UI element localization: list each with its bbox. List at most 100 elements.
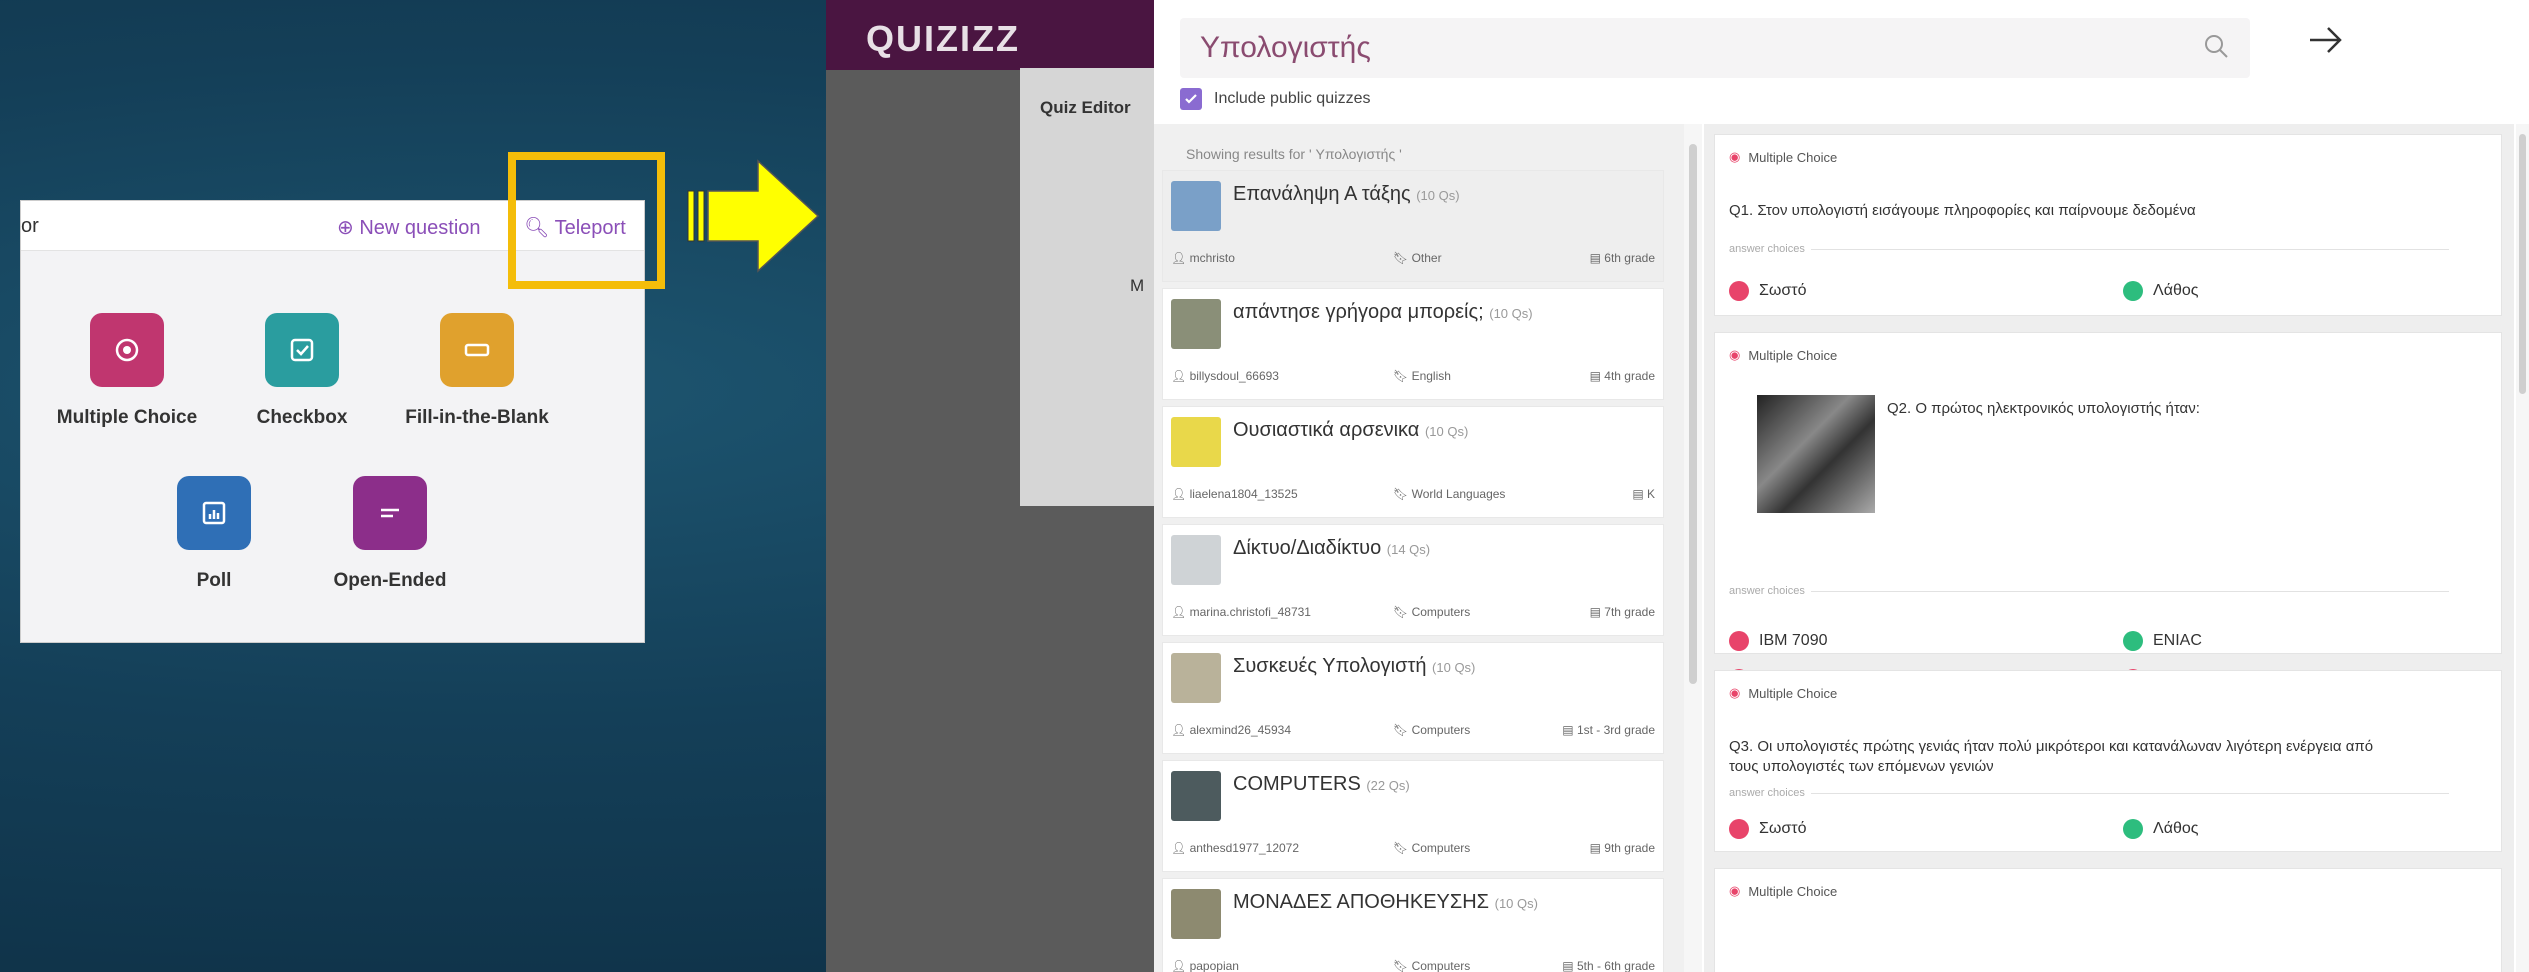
result-grade: ▤ 6th grade bbox=[1590, 251, 1655, 265]
quiz-thumbnail bbox=[1171, 535, 1221, 585]
search-input[interactable]: Υπολογιστής bbox=[1180, 18, 2250, 78]
result-card[interactable]: Επανάληψη Α τάξης (10 Qs) 👤︎ mchristo 🔖︎ O… bbox=[1162, 170, 1664, 282]
type-fill-in-the-blank[interactable]: Fill-in-the-Blank bbox=[387, 313, 567, 429]
question-type: ◉ Multiple Choice bbox=[1729, 883, 1837, 899]
include-public-row[interactable]: Include public quizzes bbox=[1180, 88, 1371, 110]
type-label: Fill-in-the-Blank bbox=[405, 407, 549, 428]
answer-option: Σωστό bbox=[1729, 281, 1806, 301]
result-card[interactable]: Συσκευές Υπολογιστή (10 Qs) 👤︎ alexmind26… bbox=[1162, 642, 1664, 754]
question-text: Q1. Στον υπολογιστή εισάγουμε πληροφορίε… bbox=[1729, 202, 2196, 219]
result-grade-text: 7th grade bbox=[1604, 605, 1655, 619]
include-public-label: Include public quizzes bbox=[1214, 90, 1371, 107]
result-author-text: liaelena1804_13525 bbox=[1189, 487, 1298, 501]
question-text: Q3. Οι υπολογιστές πρώτης γενιάς ήταν πο… bbox=[1729, 737, 2373, 777]
bookmark-icon: 🔖︎ bbox=[1393, 959, 1412, 972]
result-grade-text: 6th grade bbox=[1604, 251, 1655, 265]
result-question-count: (22 Qs) bbox=[1366, 778, 1410, 793]
result-grade: ▤ 9th grade bbox=[1590, 841, 1655, 855]
result-author-text: papopian bbox=[1189, 959, 1239, 972]
result-grade-text: 1st - 3rd grade bbox=[1576, 723, 1655, 737]
grade-icon: ▤ bbox=[1562, 959, 1577, 972]
result-author: 👤︎ mchristo bbox=[1171, 251, 1235, 265]
result-title: Ουσιαστικά αρσενικα (10 Qs) bbox=[1233, 419, 1468, 442]
question-text-line: Q3. Οι υπολογιστές πρώτης γενιάς ήταν πο… bbox=[1729, 738, 2374, 755]
quiz-thumbnail bbox=[1171, 417, 1221, 467]
question-card[interactable]: ◉ Multiple Choice Q2. Ο πρώτος ηλεκτρονικό… bbox=[1714, 332, 2502, 689]
user-icon: 👤︎ bbox=[1171, 251, 1190, 265]
brand-bar: QUIZIZZ bbox=[826, 0, 1154, 70]
checkbox-icon bbox=[265, 313, 339, 387]
user-icon: 👤︎ bbox=[1171, 605, 1190, 619]
result-title-text: Συσκευές Υπολογιστή bbox=[1233, 655, 1433, 677]
search-icon[interactable] bbox=[2202, 32, 2230, 60]
bookmark-icon: 🔖︎ bbox=[1393, 723, 1412, 737]
result-question-count: (10 Qs) bbox=[1489, 306, 1533, 321]
result-grade-text: 4th grade bbox=[1604, 369, 1655, 383]
answer-choices-divider: answer choices bbox=[1729, 787, 2449, 799]
user-icon: 👤︎ bbox=[1171, 487, 1190, 501]
result-title-text: Επανάληψη Α τάξης bbox=[1233, 183, 1417, 205]
result-subject: 🔖︎ Other bbox=[1393, 251, 1442, 265]
showing-results-text: Showing results for ' Υπολογιστής ' bbox=[1186, 146, 1402, 162]
type-checkbox[interactable]: Checkbox bbox=[212, 313, 392, 429]
result-author-text: marina.christofi_48731 bbox=[1189, 605, 1311, 619]
type-multiple-choice[interactable]: Multiple Choice bbox=[37, 313, 217, 429]
result-author: 👤︎ liaelena1804_13525 bbox=[1171, 487, 1298, 501]
result-subject: 🔖︎ Computers bbox=[1393, 841, 1470, 855]
result-subject-text: Computers bbox=[1411, 959, 1471, 972]
radio-icon bbox=[90, 313, 164, 387]
result-card[interactable]: ΜΟΝΑΔΕΣ ΑΠΟΘΗΚΕΥΣΗΣ (10 Qs) 👤︎ papopian 🔖︎… bbox=[1162, 878, 1664, 972]
question-card[interactable]: ◉ Multiple Choice bbox=[1714, 868, 2502, 972]
result-card[interactable]: Ουσιαστικά αρσενικα (10 Qs) 👤︎ liaelena18… bbox=[1162, 406, 1664, 518]
results-list: Showing results for ' Υπολογιστής ' Επαν… bbox=[1154, 124, 1684, 972]
teleport-highlight-box bbox=[508, 152, 665, 289]
type-poll[interactable]: Poll bbox=[124, 476, 304, 592]
result-subject: 🔖︎ Computers bbox=[1393, 605, 1470, 619]
result-subject-text: English bbox=[1411, 369, 1451, 383]
type-open-ended[interactable]: Open-Ended bbox=[300, 476, 480, 592]
answer-choices-label: answer choices bbox=[1729, 787, 1805, 799]
answer-option: Λάθος bbox=[2123, 819, 2198, 839]
question-card[interactable]: ◉ Multiple Choice Q1. Στον υπολογιστή εισά… bbox=[1714, 134, 2502, 316]
result-title-text: Ουσιαστικά αρσενικα bbox=[1233, 419, 1425, 441]
result-title-text: απάντησε γρήγορα μπορείς; bbox=[1233, 301, 1490, 323]
grade-icon: ▤ bbox=[1589, 605, 1605, 619]
result-card[interactable]: Δίκτυο/Διαδίκτυο (14 Qs) 👤︎ marina.christ… bbox=[1162, 524, 1664, 636]
question-type: ◉ Multiple Choice bbox=[1729, 347, 1837, 363]
result-card[interactable]: COMPUTERS (22 Qs) 👤︎ anthesd1977_12072 🔖︎ … bbox=[1162, 760, 1664, 872]
new-question-button[interactable]: ⊕ New question bbox=[337, 215, 481, 240]
result-card[interactable]: απάντησε γρήγορα μπορείς; (10 Qs) 👤︎ bill… bbox=[1162, 288, 1664, 400]
user-icon: 👤︎ bbox=[1171, 723, 1190, 737]
type-label: Open-Ended bbox=[333, 570, 447, 591]
grade-icon: ▤ bbox=[1632, 487, 1647, 501]
result-grade-text: 9th grade bbox=[1604, 841, 1655, 855]
question-image bbox=[1757, 395, 1875, 513]
poll-icon bbox=[177, 476, 251, 550]
partial-label: M bbox=[1130, 276, 1145, 295]
question-card[interactable]: ◉ Multiple Choice Q3. Οι υπολογιστές πρώτη… bbox=[1714, 670, 2502, 852]
result-grade: ▤ 4th grade bbox=[1590, 369, 1655, 383]
result-grade: ▤ 1st - 3rd grade bbox=[1562, 723, 1655, 737]
question-text-line: τους υπολογιστές των επόμενων γενιών bbox=[1729, 758, 1994, 775]
answer-option-text: ENIAC bbox=[2153, 632, 2202, 649]
result-title: Συσκευές Υπολογιστή (10 Qs) bbox=[1233, 655, 1475, 678]
result-question-count: (10 Qs) bbox=[1424, 424, 1469, 439]
new-question-label: New question bbox=[359, 217, 481, 239]
correct-dot-icon bbox=[2123, 819, 2143, 839]
result-question-count: (14 Qs) bbox=[1386, 542, 1431, 557]
bookmark-icon: 🔖︎ bbox=[1393, 605, 1412, 619]
preview-scrollbar[interactable] bbox=[2516, 124, 2529, 972]
quiz-thumbnail bbox=[1171, 181, 1221, 231]
results-scrollbar[interactable] bbox=[1684, 124, 1702, 972]
answer-option-text: Λάθος bbox=[2153, 282, 2199, 299]
correct-dot-icon bbox=[2123, 631, 2143, 651]
result-grade: ▤ 5th - 6th grade bbox=[1562, 959, 1655, 972]
result-subject-text: Computers bbox=[1411, 723, 1471, 737]
grade-icon: ▤ bbox=[1589, 369, 1605, 383]
result-author: 👤︎ anthesd1977_12072 bbox=[1171, 841, 1299, 855]
answer-choices-divider: answer choices bbox=[1729, 585, 2449, 597]
quiz-thumbnail bbox=[1171, 653, 1221, 703]
result-author-text: billysdoul_66693 bbox=[1189, 369, 1279, 383]
arrow-right-icon[interactable] bbox=[2306, 20, 2346, 60]
checkbox-checked-icon[interactable] bbox=[1180, 88, 1202, 110]
